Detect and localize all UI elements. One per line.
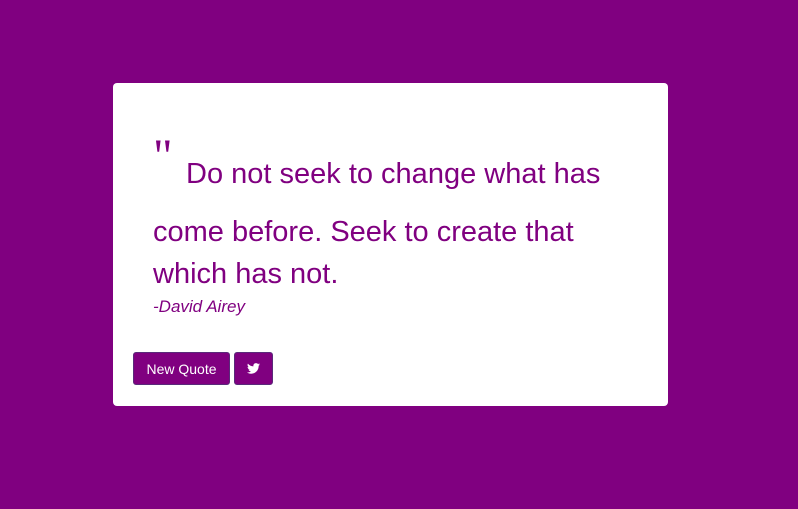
tweet-button[interactable] — [234, 352, 273, 385]
quote-text-line-2: come before. Seek to create that — [153, 216, 574, 248]
quote-mark-icon: " — [153, 130, 173, 183]
quote-text-line-3: which has not. — [153, 258, 339, 290]
quote-text-line-1: Do not seek to change what has — [186, 158, 601, 190]
twitter-icon — [247, 363, 260, 374]
new-quote-button[interactable]: New Quote — [133, 352, 230, 385]
quote-author: -David Airey — [153, 297, 245, 316]
quote-card: " Do not seek to change what has come be… — [113, 83, 668, 406]
